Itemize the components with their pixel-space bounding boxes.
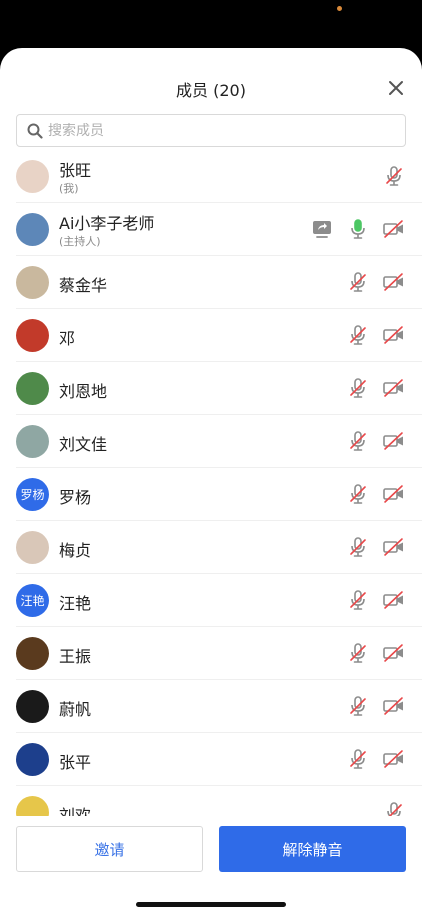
unmute-all-button[interactable]: 解除静音 bbox=[219, 826, 406, 872]
mic-muted-icon[interactable] bbox=[346, 482, 370, 506]
avatar bbox=[16, 266, 49, 299]
member-row[interactable]: 张平 bbox=[16, 733, 422, 786]
camera-off-icon[interactable] bbox=[382, 376, 406, 400]
avatar bbox=[16, 637, 49, 670]
mic-muted-icon[interactable] bbox=[346, 694, 370, 718]
avatar: 汪艳 bbox=[16, 584, 49, 617]
home-indicator bbox=[136, 902, 286, 907]
mic-muted-icon[interactable] bbox=[382, 800, 406, 816]
close-icon[interactable] bbox=[384, 76, 408, 100]
avatar bbox=[16, 690, 49, 723]
avatar bbox=[16, 425, 49, 458]
avatar: 罗杨 bbox=[16, 478, 49, 511]
camera-off-icon[interactable] bbox=[382, 694, 406, 718]
member-name: 刘文佳 bbox=[59, 435, 108, 454]
member-row[interactable]: 汪艳 汪艳 bbox=[16, 574, 422, 627]
screen-share-icon[interactable] bbox=[310, 217, 334, 241]
camera-off-icon[interactable] bbox=[382, 270, 406, 294]
avatar bbox=[16, 160, 49, 193]
member-status-icons bbox=[346, 588, 406, 612]
member-status-icons bbox=[382, 164, 406, 188]
member-name: 刘恩地 bbox=[59, 382, 108, 401]
avatar bbox=[16, 213, 49, 246]
camera-off-icon[interactable] bbox=[382, 217, 406, 241]
member-status-icons bbox=[346, 535, 406, 559]
member-name: 张平 bbox=[59, 753, 92, 772]
mic-muted-icon[interactable] bbox=[346, 747, 370, 771]
mic-muted-icon[interactable] bbox=[346, 641, 370, 665]
member-status-icons bbox=[310, 217, 406, 241]
member-name: 蔡金华 bbox=[59, 276, 108, 295]
mic-on-icon[interactable] bbox=[346, 217, 370, 241]
member-name: Ai小李子老师 bbox=[59, 214, 155, 233]
mic-muted-icon[interactable] bbox=[346, 535, 370, 559]
member-name: 邓 bbox=[59, 329, 76, 348]
member-role: (主持人) bbox=[59, 235, 101, 248]
camera-off-icon[interactable] bbox=[382, 641, 406, 665]
avatar bbox=[16, 372, 49, 405]
search-box[interactable] bbox=[16, 114, 406, 147]
member-status-icons bbox=[382, 800, 406, 816]
mic-muted-icon[interactable] bbox=[346, 376, 370, 400]
member-status-icons bbox=[346, 376, 406, 400]
page-title: 成员 (20) bbox=[176, 81, 246, 100]
camera-off-icon[interactable] bbox=[382, 482, 406, 506]
avatar bbox=[16, 531, 49, 564]
mic-muted-icon[interactable] bbox=[346, 323, 370, 347]
member-list[interactable]: 张旺 (我) Ai小李子老师 (主持人) 蔡金华邓刘恩地刘文佳罗杨 罗杨梅贞汪艳 汪艳王振蔚… bbox=[0, 150, 422, 816]
avatar bbox=[16, 319, 49, 352]
mic-muted-icon[interactable] bbox=[346, 588, 370, 612]
member-row[interactable]: 蔚帆 bbox=[16, 680, 422, 733]
mic-muted-icon[interactable] bbox=[382, 164, 406, 188]
avatar bbox=[16, 796, 49, 816]
member-row[interactable]: 邓 bbox=[16, 309, 422, 362]
member-name: 刘欢 bbox=[59, 806, 92, 816]
search-icon bbox=[27, 123, 43, 139]
invite-button[interactable]: 邀请 bbox=[16, 826, 203, 872]
avatar bbox=[16, 743, 49, 776]
member-name: 罗杨 bbox=[59, 488, 92, 507]
search-input[interactable] bbox=[48, 122, 378, 139]
camera-off-icon[interactable] bbox=[382, 323, 406, 347]
member-name: 张旺 bbox=[59, 161, 92, 180]
member-row[interactable]: 张旺 (我) bbox=[16, 150, 422, 203]
member-row[interactable]: 王振 bbox=[16, 627, 422, 680]
member-row[interactable]: 刘恩地 bbox=[16, 362, 422, 415]
member-row[interactable]: 罗杨 罗杨 bbox=[16, 468, 422, 521]
member-row[interactable]: 蔡金华 bbox=[16, 256, 422, 309]
member-status-icons bbox=[346, 482, 406, 506]
member-status-icons bbox=[346, 323, 406, 347]
mic-muted-icon[interactable] bbox=[346, 270, 370, 294]
member-row[interactable]: 刘欢 bbox=[16, 786, 422, 816]
member-name: 汪艳 bbox=[59, 594, 92, 613]
member-status-icons bbox=[346, 641, 406, 665]
member-name: 蔚帆 bbox=[59, 700, 92, 719]
member-role: (我) bbox=[59, 182, 79, 195]
member-row[interactable]: Ai小李子老师 (主持人) bbox=[16, 203, 422, 256]
member-status-icons bbox=[346, 270, 406, 294]
member-status-icons bbox=[346, 429, 406, 453]
camera-off-icon[interactable] bbox=[382, 747, 406, 771]
member-name: 梅贞 bbox=[59, 541, 92, 560]
camera-off-icon[interactable] bbox=[382, 429, 406, 453]
footer-actions: 邀请 解除静音 bbox=[0, 826, 422, 872]
members-sheet: 成员 (20) 张旺 (我) Ai小李子老师 (主持人) 蔡金华邓刘恩地刘文佳罗杨罗杨梅… bbox=[0, 48, 422, 915]
camera-off-icon[interactable] bbox=[382, 588, 406, 612]
member-row[interactable]: 刘文佳 bbox=[16, 415, 422, 468]
camera-off-icon[interactable] bbox=[382, 535, 406, 559]
member-status-icons bbox=[346, 694, 406, 718]
camera-indicator-dot bbox=[337, 6, 342, 11]
member-status-icons bbox=[346, 747, 406, 771]
member-row[interactable]: 梅贞 bbox=[16, 521, 422, 574]
member-name: 王振 bbox=[59, 647, 92, 666]
mic-muted-icon[interactable] bbox=[346, 429, 370, 453]
